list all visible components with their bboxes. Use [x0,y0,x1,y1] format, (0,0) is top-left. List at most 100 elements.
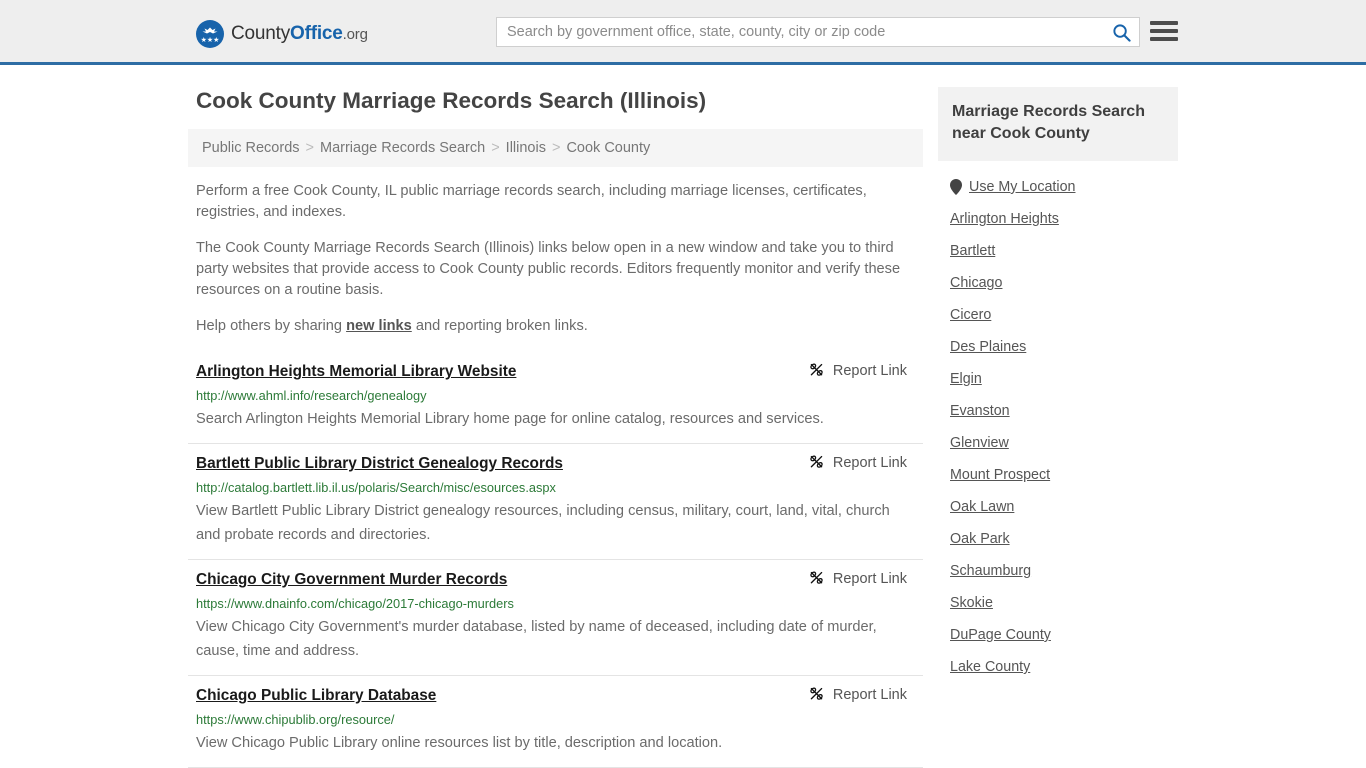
intro-p3-after: and reporting broken links. [411,318,588,334]
page-body: Cook County Marriage Records Search (Ill… [0,65,1366,768]
result-item: Chicago Public Library Database Report Li… [188,676,923,768]
page-title: Cook County Marriage Records Search (Ill… [196,88,707,113]
sidebar-item-use-my-location[interactable]: Use My Location [950,171,1176,203]
intro-paragraph-1: Perform a free Cook County, IL public ma… [196,183,867,220]
sidebar-list: Use My Location Arlington Heights Bartlett… [938,161,1178,683]
sidebar-item-place[interactable]: Des Plaines [950,331,1176,363]
breadcrumb-item[interactable]: Public Records [202,140,300,156]
logo-text-org: .org [342,26,368,43]
sidebar-item-place[interactable]: Arlington Heights [950,203,1176,235]
sidebar-item-place[interactable]: Mount Prospect [950,459,1176,491]
result-header: Chicago City Government Murder Records Re… [196,569,915,590]
report-link-label: Report Link [832,686,907,703]
sidebar-heading: Marriage Records Search near Cook County [938,87,1178,161]
sidebar-place-link[interactable]: Chicago [950,275,1002,291]
breadcrumb-item[interactable]: Marriage Records Search [320,140,485,156]
sidebar-place-link[interactable]: Schaumburg [950,563,1031,579]
breadcrumb-item[interactable]: Cook County [566,140,650,156]
result-url[interactable]: https://www.dnainfo.com/chicago/2017-chi… [196,594,915,614]
report-link-label: Report Link [832,454,907,471]
sidebar-item-place[interactable]: Lake County [950,651,1176,683]
broken-link-icon [810,363,823,376]
search-button[interactable] [1103,18,1139,46]
sidebar-place-link[interactable]: Oak Park [950,531,1010,547]
sidebar-place-link[interactable]: Cicero [950,307,991,323]
report-link-button[interactable]: Report Link [808,570,915,587]
sidebar-place-link[interactable]: Oak Lawn [950,499,1014,515]
breadcrumb-separator: > [305,140,314,156]
use-my-location-link[interactable]: Use My Location [969,179,1075,195]
sidebar-item-place[interactable]: Cicero [950,299,1176,331]
intro-p3-before: Help others by sharing [196,318,347,334]
sidebar-place-link[interactable]: Bartlett [950,243,995,259]
broken-link-icon [810,571,823,584]
report-link-label: Report Link [832,570,907,587]
result-url[interactable]: http://catalog.bartlett.lib.il.us/polari… [196,478,915,498]
hamburger-bar [1150,21,1178,25]
sidebar-place-link[interactable]: Skokie [950,595,993,611]
result-header: Chicago Public Library Database Report Li… [196,685,915,706]
sidebar-item-place[interactable]: Schaumburg [950,555,1176,587]
broken-link-icon [810,687,823,700]
result-url[interactable]: https://www.chipublib.org/resource/ [196,710,915,730]
result-description: View Chicago Public Library online resou… [196,735,723,751]
sidebar-place-link[interactable]: Elgin [950,371,982,387]
sidebar-item-place[interactable]: Elgin [950,363,1176,395]
broken-link-icon [810,455,823,468]
hamburger-bar [1150,29,1178,33]
search-bar[interactable] [496,17,1140,47]
result-header: Arlington Heights Memorial Library Websi… [196,361,915,382]
sidebar-place-link[interactable]: Evanston [950,403,1010,419]
sidebar: Marriage Records Search near Cook County… [938,87,1178,683]
report-link-button[interactable]: Report Link [808,362,915,379]
sidebar-item-place[interactable]: Chicago [950,267,1176,299]
sidebar-place-link[interactable]: Arlington Heights [950,211,1059,227]
stars-glyph: ★★★ [200,37,220,44]
new-links-link[interactable]: new links [346,318,412,334]
sidebar-place-link[interactable]: Des Plaines [950,339,1026,355]
sidebar-item-place[interactable]: Oak Park [950,523,1176,555]
hamburger-bar [1150,37,1178,41]
sidebar-place-link[interactable]: Lake County [950,659,1030,675]
breadcrumb-item[interactable]: Illinois [506,140,546,156]
result-description: View Bartlett Public Library District ge… [196,503,890,543]
logo-text-county: County [231,23,291,44]
result-description: View Chicago City Government's murder da… [196,619,877,659]
breadcrumb-separator: > [491,140,500,156]
sidebar-place-link[interactable]: Mount Prospect [950,467,1050,483]
result-item: Arlington Heights Memorial Library Websi… [188,352,923,444]
hamburger-menu-icon[interactable] [1150,19,1178,43]
sidebar-place-link[interactable]: Glenview [950,435,1009,451]
site-logo-text: CountyOffice.org [231,23,368,45]
intro-paragraph-2: The Cook County Marriage Records Search … [196,240,901,298]
intro-section: Perform a free Cook County, IL public ma… [188,181,923,337]
intro-paragraph-3: Help others by sharing new links and rep… [188,316,923,337]
result-item: Bartlett Public Library District Genealo… [188,444,923,560]
eagle-glyph [202,27,218,34]
sidebar-place-link[interactable]: DuPage County [950,627,1051,643]
search-input[interactable] [497,18,1103,46]
site-logo[interactable]: ★★★ CountyOffice.org [196,20,368,48]
search-icon [1112,23,1131,42]
breadcrumb: Public Records > Marriage Records Search > I… [188,129,923,167]
result-title-link[interactable]: Chicago City Government Murder Records [196,569,507,590]
result-item: Chicago City Government Murder Records Re… [188,560,923,676]
main-column: Cook County Marriage Records Search (Ill… [188,87,923,768]
results-list: Arlington Heights Memorial Library Websi… [188,352,923,768]
result-title-link[interactable]: Bartlett Public Library District Genealo… [196,453,563,474]
sidebar-item-place[interactable]: Glenview [950,427,1176,459]
result-title-link[interactable]: Arlington Heights Memorial Library Websi… [196,361,516,382]
content-container: Cook County Marriage Records Search (Ill… [188,65,1178,768]
report-link-button[interactable]: Report Link [808,686,915,703]
report-link-label: Report Link [832,362,907,379]
sidebar-item-place[interactable]: Evanston [950,395,1176,427]
result-title-link[interactable]: Chicago Public Library Database [196,685,436,706]
sidebar-item-place[interactable]: Bartlett [950,235,1176,267]
sidebar-item-place[interactable]: DuPage County [950,619,1176,651]
report-link-button[interactable]: Report Link [808,454,915,471]
sidebar-item-place[interactable]: Skokie [950,587,1176,619]
result-url[interactable]: http://www.ahml.info/research/genealogy [196,386,915,406]
site-header: ★★★ CountyOffice.org [0,0,1366,65]
sidebar-item-place[interactable]: Oak Lawn [950,491,1176,523]
eagle-seal-icon: ★★★ [196,20,224,48]
